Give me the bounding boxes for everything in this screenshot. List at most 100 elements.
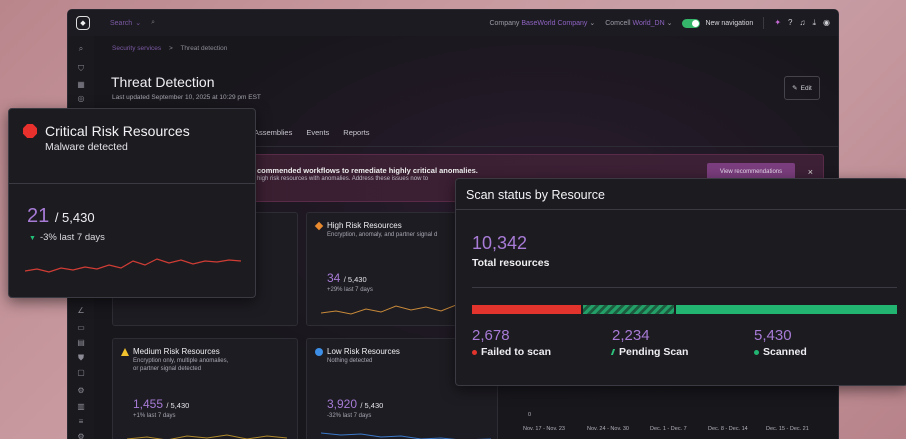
- critical-risk-delta-text: -3% last 7 days: [39, 232, 105, 243]
- scan-status-bar: [472, 305, 897, 314]
- medium-risk-value: 1,455 / 5,430: [133, 397, 189, 411]
- high-risk-value: 34 / 5,430: [327, 271, 367, 285]
- chevron-down-icon[interactable]: ⌄: [135, 19, 141, 27]
- pencil-icon: ✎: [792, 85, 798, 92]
- x-label-3: Dec. 1 - Dec. 7: [650, 426, 687, 432]
- chart-zero-label: 0: [528, 412, 532, 418]
- medium-risk-card[interactable]: Medium Risk Resources Encryption only, m…: [112, 338, 298, 439]
- clipboard-icon[interactable]: ▤: [76, 338, 86, 348]
- divider: [9, 183, 255, 184]
- shield-icon[interactable]: ⛉: [76, 64, 86, 74]
- settings-icon[interactable]: ⚙: [76, 386, 86, 396]
- info-dot-icon: [315, 348, 323, 356]
- app-logo-icon[interactable]: ◆: [76, 16, 90, 30]
- grid-icon[interactable]: ▦: [76, 80, 86, 90]
- hatch-icon: [610, 349, 616, 355]
- top-bar: ◆ Search ⌄ ⌕ Company BaseWorld Company ⌄…: [68, 10, 838, 37]
- medium-risk-sparkline: [127, 434, 287, 439]
- scan-status-title: Scan status by Resource: [466, 188, 605, 202]
- critical-risk-delta: ▼ -3% last 7 days: [29, 232, 105, 243]
- low-risk-delta: -32% last 7 days: [327, 413, 372, 419]
- box-icon[interactable]: ▭: [76, 323, 86, 333]
- medium-risk-delta: +1% last 7 days: [133, 413, 176, 419]
- scanned-segment[interactable]: [675, 305, 897, 314]
- x-label-4: Dec. 8 - Dec. 14: [708, 426, 748, 432]
- location-selector[interactable]: Comcell World_DN ⌄: [605, 19, 672, 27]
- pending-value: 2,234: [612, 327, 650, 344]
- folder-icon[interactable]: ▢: [76, 368, 86, 378]
- critical-risk-title: Critical Risk Resources: [45, 123, 190, 139]
- gear-icon[interactable]: ⚙: [76, 432, 86, 439]
- user-icon[interactable]: ◉: [823, 18, 830, 28]
- medium-risk-subtitle-2: or partner signal detected: [133, 365, 202, 372]
- new-navigation-toggle[interactable]: [682, 18, 701, 28]
- high-risk-total: / 5,430: [343, 275, 367, 284]
- new-navigation-label: New navigation: [705, 19, 754, 27]
- pending-label: Pending Scan: [619, 346, 689, 358]
- scanned-label: Scanned: [763, 346, 807, 358]
- company-selector[interactable]: Company BaseWorld Company ⌄: [489, 19, 595, 27]
- diamond-icon: [314, 221, 324, 231]
- green-dot-icon: [754, 349, 759, 355]
- last-updated: Last updated September 10, 2025 at 10:29…: [112, 94, 261, 101]
- company-value: BaseWorld Company: [521, 20, 588, 27]
- scanned-value: 5,430: [754, 327, 792, 344]
- warning-icon: [121, 348, 129, 356]
- medium-risk-title: Medium Risk Resources: [133, 347, 220, 356]
- bell-icon[interactable]: ♫: [799, 18, 805, 28]
- scan-status-popup[interactable]: Scan status by Resource 10,342 Total res…: [455, 178, 906, 386]
- medium-risk-total: / 5,430: [166, 401, 190, 410]
- high-risk-subtitle: Encryption, anomaly, and partner signal …: [327, 232, 438, 238]
- building-icon[interactable]: ▥: [76, 402, 86, 412]
- location-value: World_DN: [632, 20, 665, 27]
- download-icon[interactable]: ⤓: [812, 18, 816, 28]
- low-risk-subtitle: Nothing detected: [327, 358, 373, 364]
- low-risk-count: 3,920: [327, 397, 358, 411]
- low-risk-title: Low Risk Resources: [327, 347, 400, 356]
- x-label-5: Dec. 15 - Dec. 21: [766, 426, 809, 432]
- low-risk-sparkline: [321, 432, 491, 439]
- low-risk-total: / 5,430: [360, 401, 384, 410]
- divider: [456, 209, 906, 210]
- list-icon[interactable]: ≡: [76, 417, 86, 427]
- critical-risk-subtitle: Malware detected: [45, 141, 128, 153]
- breadcrumb-separator: >: [168, 45, 173, 52]
- x-label-2: Nov. 24 - Nov. 30: [587, 426, 629, 432]
- radar-icon[interactable]: ◎: [76, 94, 86, 104]
- divider: [472, 287, 897, 288]
- page-title: Threat Detection: [111, 74, 215, 90]
- failed-label-row: Failed to scan: [472, 346, 551, 358]
- critical-risk-popup[interactable]: Critical Risk Resources Malware detected…: [8, 108, 256, 298]
- edit-button[interactable]: ✎ Edit: [784, 76, 820, 100]
- low-risk-value: 3,920 / 5,430: [327, 397, 383, 411]
- pending-segment[interactable]: [583, 305, 674, 314]
- pending-label-row: Pending Scan: [610, 346, 689, 358]
- critical-risk-sparkline: [25, 258, 241, 273]
- shield-check-icon[interactable]: ⛊: [76, 353, 86, 363]
- breadcrumb-security-services[interactable]: Security services: [112, 45, 161, 52]
- failed-label: Failed to scan: [481, 346, 552, 358]
- critical-risk-count: 21: [27, 205, 50, 227]
- company-label: Company: [489, 20, 520, 27]
- chart-icon[interactable]: ∠: [76, 306, 86, 316]
- breadcrumb: Security services > Threat detection: [112, 45, 227, 52]
- close-icon[interactable]: ×: [808, 167, 813, 177]
- search-label[interactable]: Search: [110, 20, 132, 27]
- tab-reports[interactable]: Reports: [343, 128, 369, 137]
- tab-events[interactable]: Events: [306, 128, 329, 137]
- pending-stat: 2,234 Pending Scan: [610, 327, 689, 358]
- medium-risk-subtitle: Encryption only, multiple anomalies, or p…: [133, 358, 228, 373]
- divider: [763, 17, 765, 29]
- search-icon[interactable]: ⌕: [151, 19, 155, 27]
- octagon-alert-icon: [23, 124, 37, 138]
- banner-title: commended workflows to remediate highly …: [257, 166, 478, 175]
- critical-risk-value: 21 / 5,430: [27, 205, 95, 228]
- failed-segment[interactable]: [472, 305, 582, 314]
- edit-label: Edit: [800, 84, 812, 92]
- help-icon[interactable]: ?: [788, 18, 792, 28]
- tab-assemblies[interactable]: Assemblies: [254, 128, 292, 137]
- failed-stat: 2,678 Failed to scan: [472, 327, 551, 358]
- sparkle-icon[interactable]: ✦: [774, 18, 781, 28]
- search-icon[interactable]: ⌕: [76, 44, 86, 54]
- high-risk-delta: +29% last 7 days: [327, 287, 373, 293]
